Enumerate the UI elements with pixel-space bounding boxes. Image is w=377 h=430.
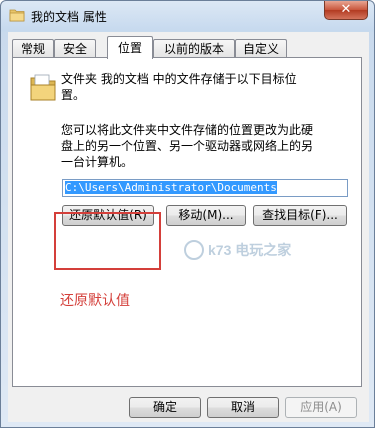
folder-icon <box>9 9 25 22</box>
apply-button[interactable]: 应用(A) <box>285 397 357 418</box>
target-path-field[interactable]: C:\Users\Administrator\Documents <box>62 179 348 197</box>
tab-general[interactable]: 常规 <box>12 39 54 58</box>
close-button[interactable]: ✕ <box>324 1 368 20</box>
close-icon: ✕ <box>340 2 352 17</box>
title-bar[interactable]: 我的文档 属性 ✕ <box>1 1 374 31</box>
watermark-logo: k73 电玩之家 <box>184 240 292 260</box>
tab-customize[interactable]: 自定义 <box>235 39 287 58</box>
tab-security[interactable]: 安全 <box>54 39 96 58</box>
dialog-body: 常规 安全 位置 以前的版本 自定义 文件夹 我的文档 中的文件存储于以下目标位… <box>8 32 369 422</box>
cancel-button[interactable]: 取消 <box>207 397 279 418</box>
annotation-label: 还原默认值 <box>60 293 130 309</box>
move-button[interactable]: 移动(M)... <box>166 205 246 226</box>
documents-folder-icon <box>30 74 56 101</box>
target-path-value: C:\Users\Administrator\Documents <box>65 181 277 194</box>
watermark-text: k73 电玩之家 <box>208 242 292 258</box>
tab-previous-versions[interactable]: 以前的版本 <box>153 39 235 58</box>
location-intro-text: 文件夹 我的文档 中的文件存储于以下目标位置。 <box>61 72 297 102</box>
find-target-button[interactable]: 查找目标(F)... <box>253 205 347 226</box>
tab-location[interactable]: 位置 <box>107 36 153 59</box>
properties-window: 我的文档 属性 ✕ 常规 安全 位置 以前的版本 自定义 文件夹 我的文档 中的… <box>0 0 375 428</box>
ok-button[interactable]: 确定 <box>129 397 201 418</box>
annotation-highlight-box <box>54 212 161 270</box>
window-title: 我的文档 属性 <box>31 10 107 24</box>
location-description-text: 您可以将此文件夹中文件存储的位置更改为此硬盘上的另一个位置、另一个驱动器或网络上… <box>61 123 314 169</box>
